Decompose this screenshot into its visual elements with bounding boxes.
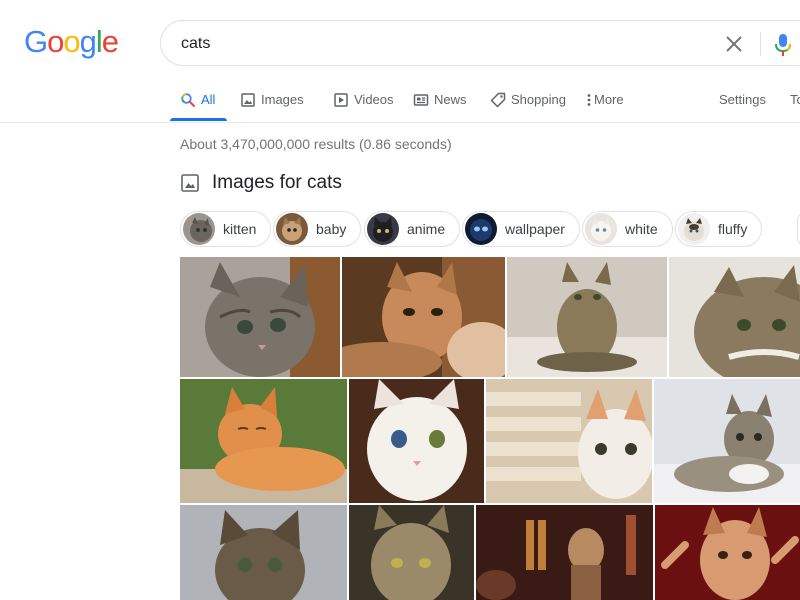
image-icon [180,173,200,193]
image-results-grid [180,257,800,600]
logo-letter: g [79,24,97,59]
active-tab-indicator [170,118,227,121]
image-result[interactable] [669,257,800,377]
image-result[interactable] [349,379,484,503]
chip-anime[interactable]: anime [364,211,461,247]
chip-white[interactable]: white [582,211,673,247]
play-icon [333,92,349,108]
close-icon[interactable] [723,33,745,55]
newspaper-icon [413,92,429,108]
tab-label: Images [261,92,304,107]
image-result[interactable] [180,257,340,377]
image-result[interactable] [180,505,347,600]
image-result[interactable] [507,257,667,377]
search-input[interactable] [181,33,661,55]
chip-label: baby [316,221,347,237]
chip-thumbnail [183,213,215,245]
logo-letter: G [24,24,48,59]
images-section-title: Images for cats [212,172,342,193]
tab-label: Videos [354,92,394,107]
image-result[interactable] [654,379,800,503]
tab-label: All [201,92,216,107]
tab-label: Shopping [511,92,566,107]
image-result[interactable] [476,505,653,600]
google-logo[interactable]: Google [24,24,119,60]
tab-images[interactable]: Images [240,86,304,122]
chip-label: wallpaper [505,221,565,237]
more-vertical-icon [585,92,593,108]
tab-label: Tools [790,92,800,107]
tab-label: News [434,92,467,107]
search-box[interactable] [160,20,800,66]
google-search-results-page: Google cats All Images Videos News Shopp… [0,0,800,600]
chip-fluffy[interactable]: fluffy [675,211,763,247]
tab-videos[interactable]: Videos [333,86,394,122]
chip-label: white [625,221,658,237]
microphone-icon[interactable] [774,32,792,58]
chip-kitten[interactable]: kitten [180,211,272,247]
chip-thumbnail [367,213,399,245]
images-section-heading[interactable]: Images for cats [180,170,342,196]
chip-thumbnail [585,213,617,245]
image-result[interactable] [180,379,347,503]
tab-settings[interactable]: Settings [719,86,766,122]
image-result[interactable] [486,379,652,503]
tab-label: More [594,92,624,107]
logo-letter: o [47,24,64,59]
chip-thumbnail [276,213,308,245]
header-divider [0,122,800,123]
image-result[interactable] [349,505,474,600]
image-result[interactable] [342,257,505,377]
tab-all[interactable]: All [180,86,215,122]
logo-letter: o [63,24,80,59]
image-icon [240,92,256,108]
chip-baby[interactable]: baby [273,211,362,247]
chip-thumbnail [465,213,497,245]
tab-more[interactable]: More [585,86,624,122]
chip-label: fluffy [718,221,748,237]
chip-label: anime [407,221,446,237]
result-stats: About 3,470,000,000 results (0.86 second… [180,136,452,152]
search-divider [760,32,761,56]
chip-label: kitten [223,221,257,237]
chip-thumbnail [678,213,710,245]
tab-label: Settings [719,92,766,107]
search-icon [180,92,196,108]
tab-news[interactable]: News [413,86,467,122]
tag-icon [490,92,506,108]
chip-wallpaper[interactable]: wallpaper [462,211,580,247]
tab-shopping[interactable]: Shopping [490,86,566,122]
tab-tools[interactable]: Tools [790,86,800,122]
logo-letter: e [101,24,119,59]
image-result[interactable] [655,505,800,600]
